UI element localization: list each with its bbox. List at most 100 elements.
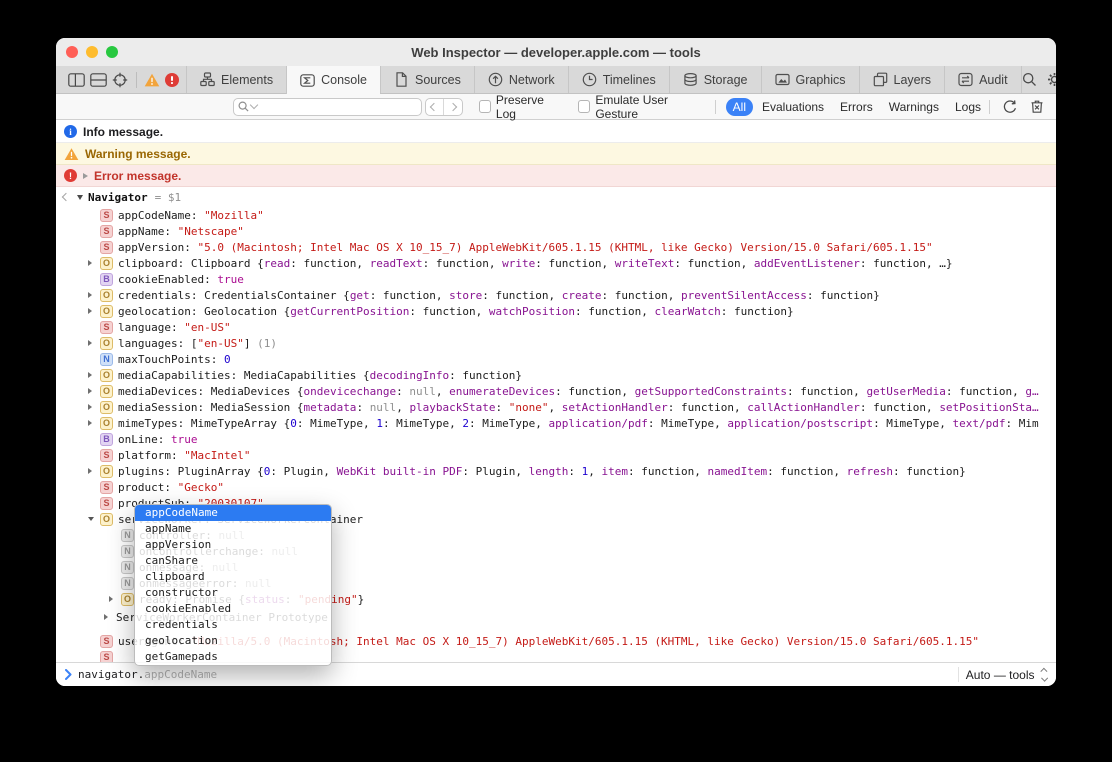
type-badge-o: O	[100, 368, 113, 382]
autocomplete-item[interactable]: canShare	[135, 553, 331, 569]
tab-audit[interactable]: Audit	[944, 66, 1022, 93]
disclosure-triangle-icon[interactable]	[88, 468, 100, 474]
disclosure-triangle-icon[interactable]	[88, 420, 100, 426]
evaluation-result-header[interactable]: Navigator = $1	[56, 187, 1056, 207]
autocomplete-item[interactable]: geolocation	[135, 633, 331, 649]
property-value-segment: : function, …}	[859, 256, 953, 270]
console-property-row[interactable]: Ogeolocation: Geolocation {getCurrentPos…	[56, 303, 1056, 319]
console-property-row[interactable]: BcookieEnabled: true	[56, 271, 1056, 287]
tab-timelines[interactable]: Timelines	[567, 66, 669, 93]
console-property-row[interactable]: Sproduct: "Gecko"	[56, 479, 1056, 495]
property-name: mediaDevices	[118, 384, 198, 398]
close-window-button[interactable]	[66, 46, 78, 58]
property-value-segment: watchPosition	[488, 304, 575, 318]
scope-errors[interactable]: Errors	[833, 98, 880, 116]
zoom-window-button[interactable]	[106, 46, 118, 58]
console-property-row[interactable]: SappVersion: "5.0 (Macintosh; Intel Mac …	[56, 239, 1056, 255]
disclosure-triangle-icon[interactable]	[109, 596, 121, 602]
tab-graphics[interactable]: Graphics	[760, 66, 859, 93]
search-icon[interactable]	[1022, 72, 1037, 87]
tab-sources[interactable]: Sources	[379, 66, 474, 93]
console-property-row[interactable]: Splatform: "MacIntel"	[56, 447, 1056, 463]
autocomplete-item[interactable]: appName	[135, 521, 331, 537]
property-value-segment: : PluginArray {	[164, 464, 264, 478]
console-property-row[interactable]: OmediaCapabilities: MediaCapabilities {d…	[56, 367, 1056, 383]
autocomplete-item[interactable]: appVersion	[135, 537, 331, 553]
disclosure-triangle-icon[interactable]	[88, 340, 100, 346]
autocomplete-item[interactable]: constructor	[135, 585, 331, 601]
minimize-window-button[interactable]	[86, 46, 98, 58]
disclosure-triangle-icon[interactable]	[88, 388, 100, 394]
property-value-segment: : CredentialsContainer {	[190, 288, 350, 302]
property-value-segment: read	[263, 256, 291, 270]
filter-divider	[989, 99, 990, 114]
find-next-button[interactable]	[444, 99, 462, 115]
find-previous-button[interactable]	[426, 98, 444, 115]
disclosure-triangle-icon[interactable]	[88, 308, 100, 314]
checkbox-emulate-user-gesture[interactable]: Emulate User Gesture	[578, 93, 706, 121]
prompt-typed-text[interactable]: navigator.	[78, 668, 144, 681]
disclosure-triangle-icon[interactable]	[88, 517, 100, 521]
checkbox-preserve-log[interactable]: Preserve Log	[478, 93, 562, 121]
console-property-row[interactable]: OmediaDevices: MediaDevices {ondevicecha…	[56, 383, 1056, 399]
settings-gear-icon[interactable]	[1047, 72, 1056, 87]
disclosure-triangle-icon[interactable]	[83, 172, 88, 179]
checkbox-box[interactable]	[578, 100, 591, 113]
console-property-row[interactable]: Oplugins: PluginArray {0: Plugin, WebKit…	[56, 463, 1056, 479]
disclosure-triangle-icon[interactable]	[88, 260, 100, 266]
console-warning-message[interactable]: Warning message.	[56, 143, 1056, 165]
scope-logs[interactable]: Logs	[948, 98, 988, 116]
errors-badge-icon[interactable]	[162, 69, 182, 91]
disclosure-triangle-icon[interactable]	[88, 404, 100, 410]
execution-context-picker[interactable]: Auto — tools	[957, 667, 1047, 682]
property-value-segment: : function,	[859, 400, 940, 414]
tab-console[interactable]: Console	[286, 66, 380, 94]
console-property-row[interactable]: BonLine: true	[56, 431, 1056, 447]
console-property-row[interactable]: Oclipboard: Clipboard {read: function, r…	[56, 255, 1056, 271]
console-property-row[interactable]: SappName: "Netscape"	[56, 223, 1056, 239]
property-value-segment: : function,	[767, 464, 847, 478]
property-value-segment: :	[356, 400, 370, 414]
console-info-message[interactable]: i Info message.	[56, 121, 1056, 143]
dock-bottom-icon[interactable]	[87, 69, 109, 91]
autocomplete-item[interactable]: getGamepads	[135, 649, 331, 665]
property-value-segment: ,	[548, 400, 562, 414]
console-error-message[interactable]: ! Error message.	[56, 165, 1056, 187]
autocomplete-item[interactable]: clipboard	[135, 569, 331, 585]
disclosure-triangle-icon[interactable]	[104, 614, 116, 620]
console-property-row[interactable]: Olanguages: ["en-US"] (1)	[56, 335, 1056, 351]
scope-warnings[interactable]: Warnings	[882, 98, 946, 116]
property-value-segment: : function,	[628, 464, 708, 478]
property-value-segment: : function}	[449, 368, 523, 382]
autocomplete-item[interactable]: cookieEnabled	[135, 601, 331, 617]
autocomplete-item[interactable]: appCodeName	[135, 505, 331, 521]
console-property-row[interactable]: SappCodeName: "Mozilla"	[56, 207, 1056, 223]
scope-evaluations[interactable]: Evaluations	[755, 98, 831, 116]
tab-elements[interactable]: Elements	[186, 66, 286, 93]
checkbox-label: Emulate User Gesture	[595, 92, 669, 121]
tab-network[interactable]: Network	[473, 66, 568, 93]
property-name: onLine	[118, 432, 158, 446]
log-filter-input[interactable]	[259, 100, 417, 113]
autocomplete-item[interactable]: credentials	[135, 617, 331, 633]
console-property-row[interactable]: OmediaSession: MediaSession {metadata: n…	[56, 399, 1056, 415]
tab-layers[interactable]: Layers	[858, 66, 945, 93]
disclosure-triangle-icon[interactable]	[88, 372, 100, 378]
type-badge-x: N	[121, 544, 134, 558]
scope-all[interactable]: All	[725, 97, 753, 116]
console-property-row[interactable]: Ocredentials: CredentialsContainer {get:…	[56, 287, 1056, 303]
clear-console-icon[interactable]	[1030, 99, 1044, 114]
expanded-disclosure-icon[interactable]	[77, 194, 83, 200]
tab-storage[interactable]: Storage	[668, 66, 761, 93]
warnings-badge-icon[interactable]	[142, 69, 162, 91]
log-filter-field[interactable]	[233, 97, 422, 116]
inspect-element-icon[interactable]	[109, 69, 131, 91]
clear-on-reload-icon[interactable]	[1002, 99, 1018, 115]
dock-side-icon[interactable]	[65, 69, 87, 91]
disclosure-triangle-icon[interactable]	[88, 292, 100, 298]
console-property-row[interactable]: Slanguage: "en-US"	[56, 319, 1056, 335]
filter-options-chevron-icon[interactable]	[249, 100, 259, 110]
console-property-row[interactable]: OmimeTypes: MimeTypeArray {0: MimeType, …	[56, 415, 1056, 431]
console-property-row[interactable]: NmaxTouchPoints: 0	[56, 351, 1056, 367]
checkbox-box[interactable]	[478, 100, 491, 113]
